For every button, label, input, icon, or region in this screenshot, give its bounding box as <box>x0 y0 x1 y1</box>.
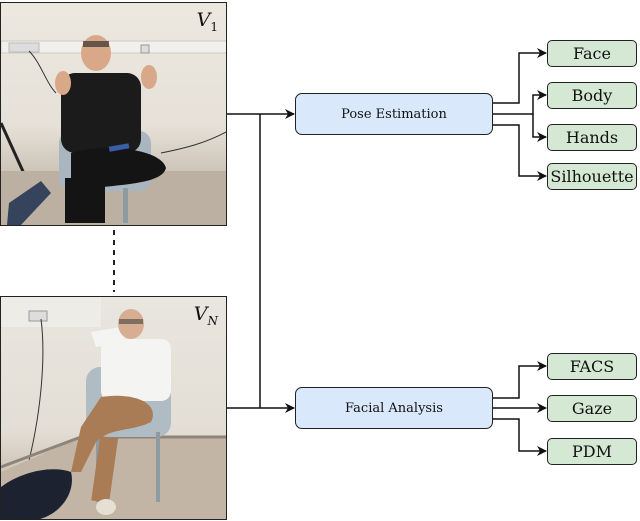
output-gaze-label: Gaze <box>571 399 613 418</box>
link-pose-hands <box>532 114 547 142</box>
output-body-label: Body <box>571 86 613 105</box>
output-silhouette-label: Silhouette <box>550 167 634 186</box>
link-facial-facs <box>492 361 547 399</box>
output-hands[interactable]: Hands <box>547 124 637 151</box>
link-facial-pdm <box>492 418 547 456</box>
output-facs-label: FACS <box>569 357 615 376</box>
link-pose-silhouette <box>492 124 547 181</box>
output-pdm-label: PDM <box>572 442 612 461</box>
process-facial-analysis[interactable]: Facial Analysis <box>295 387 493 429</box>
output-body[interactable]: Body <box>547 82 637 109</box>
output-face[interactable]: Face <box>547 40 637 67</box>
output-pdm[interactable]: PDM <box>547 438 637 465</box>
output-silhouette[interactable]: Silhouette <box>547 163 637 190</box>
process-pose-estimation[interactable]: Pose Estimation <box>295 93 493 135</box>
output-hands-label: Hands <box>565 128 619 147</box>
output-gaze[interactable]: Gaze <box>547 395 637 422</box>
process-facial-analysis-label: Facial Analysis <box>345 400 443 416</box>
connector-lines <box>113 48 547 456</box>
process-pose-estimation-label: Pose Estimation <box>341 106 447 122</box>
output-facs[interactable]: FACS <box>547 353 637 380</box>
output-face-label: Face <box>573 44 611 63</box>
